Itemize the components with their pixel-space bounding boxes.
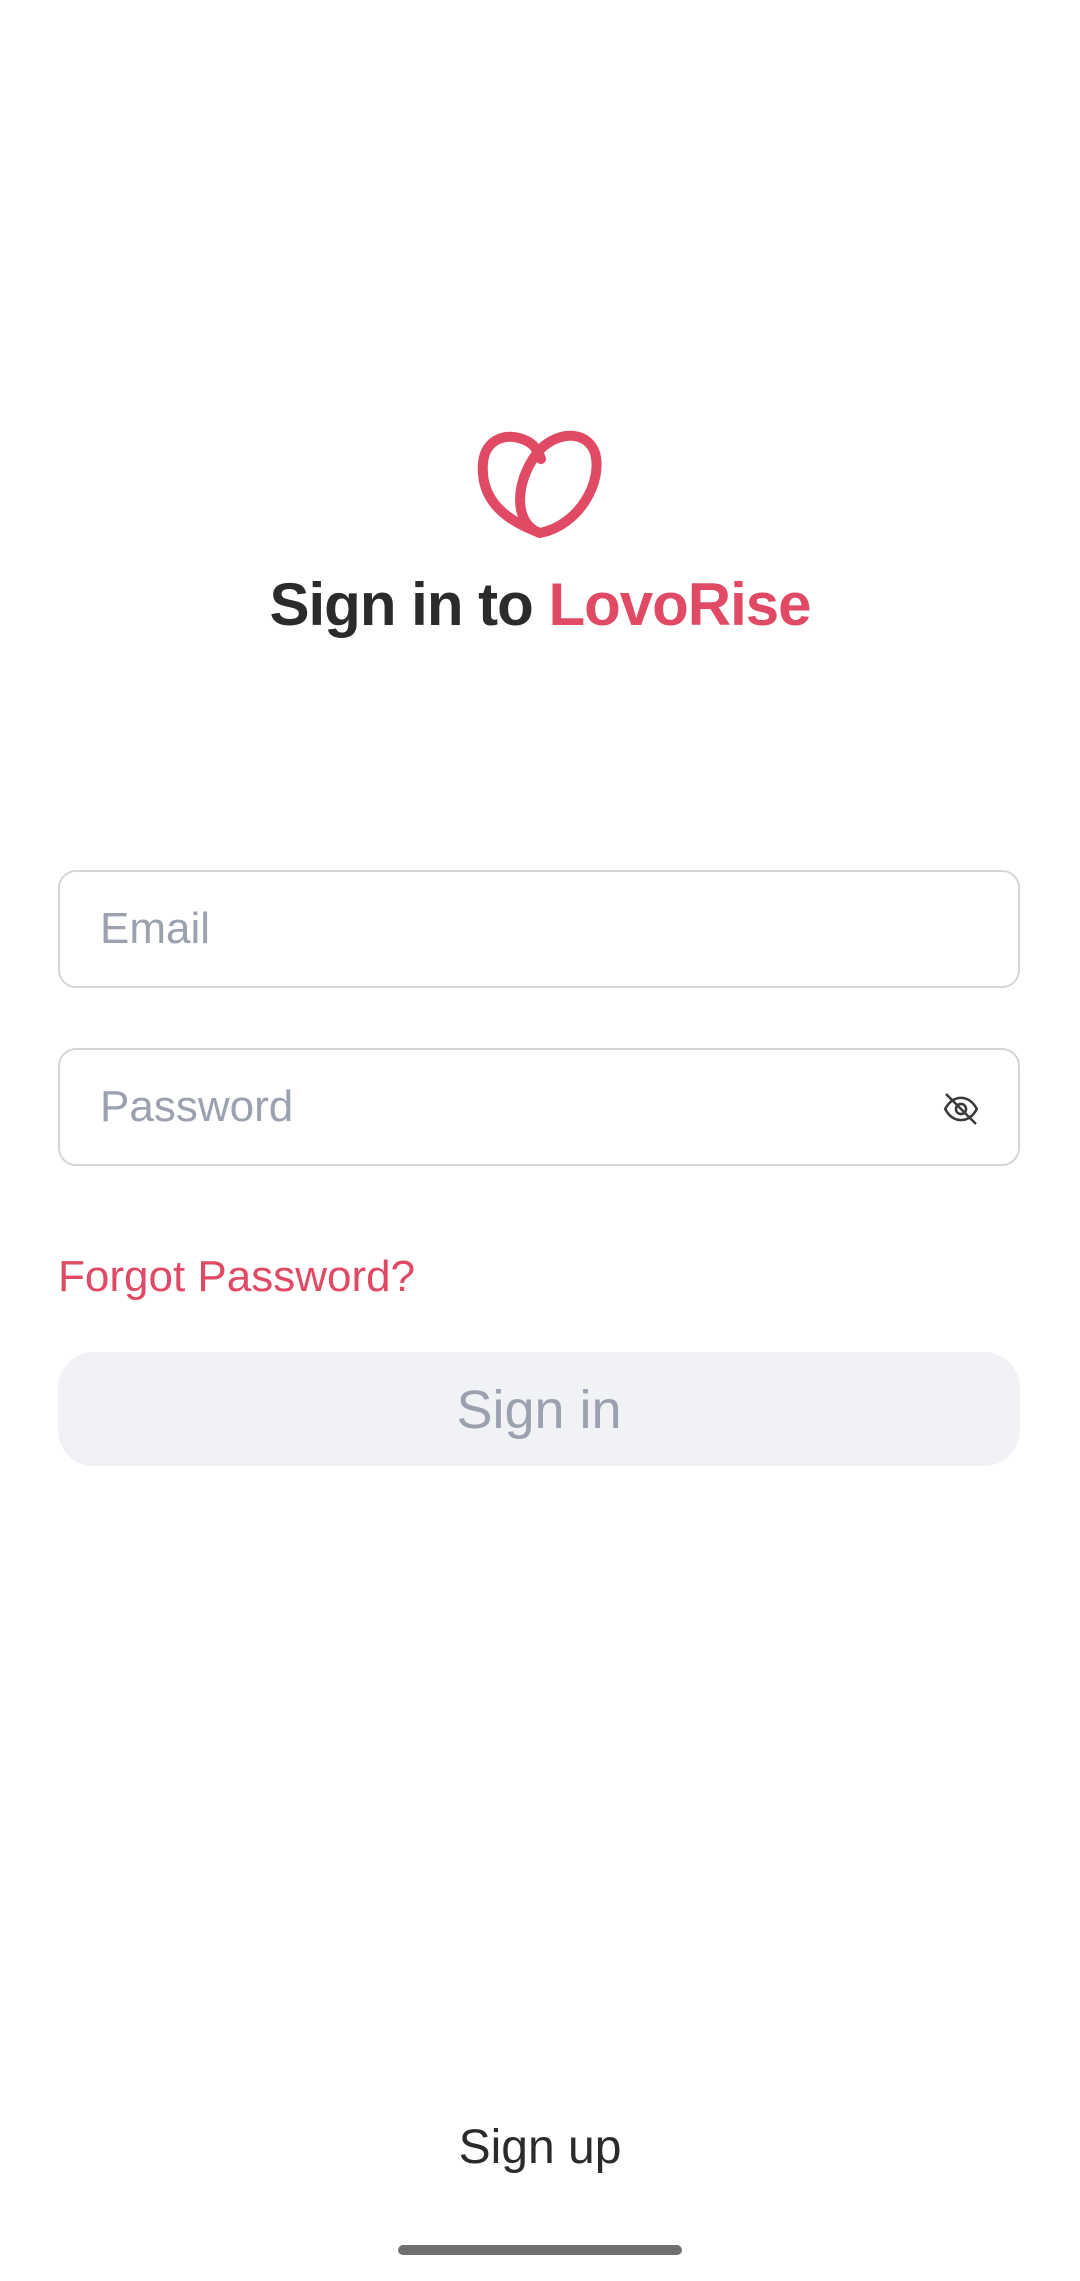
sign-in-button[interactable]: Sign in	[58, 1352, 1020, 1466]
eye-off-icon[interactable]	[942, 1090, 980, 1128]
page-title: Sign in to LovoRise	[0, 570, 1080, 639]
title-prefix: Sign in to	[269, 571, 549, 638]
home-indicator	[398, 2245, 682, 2255]
heart-logo-icon	[475, 425, 605, 540]
forgot-password-link[interactable]: Forgot Password?	[58, 1252, 415, 1302]
email-field[interactable]	[58, 870, 1020, 988]
password-field[interactable]	[58, 1048, 1020, 1166]
sign-up-link[interactable]: Sign up	[0, 2120, 1080, 2175]
password-input[interactable]	[100, 1050, 940, 1164]
email-input[interactable]	[100, 872, 940, 986]
brand-name: LovoRise	[548, 571, 811, 638]
